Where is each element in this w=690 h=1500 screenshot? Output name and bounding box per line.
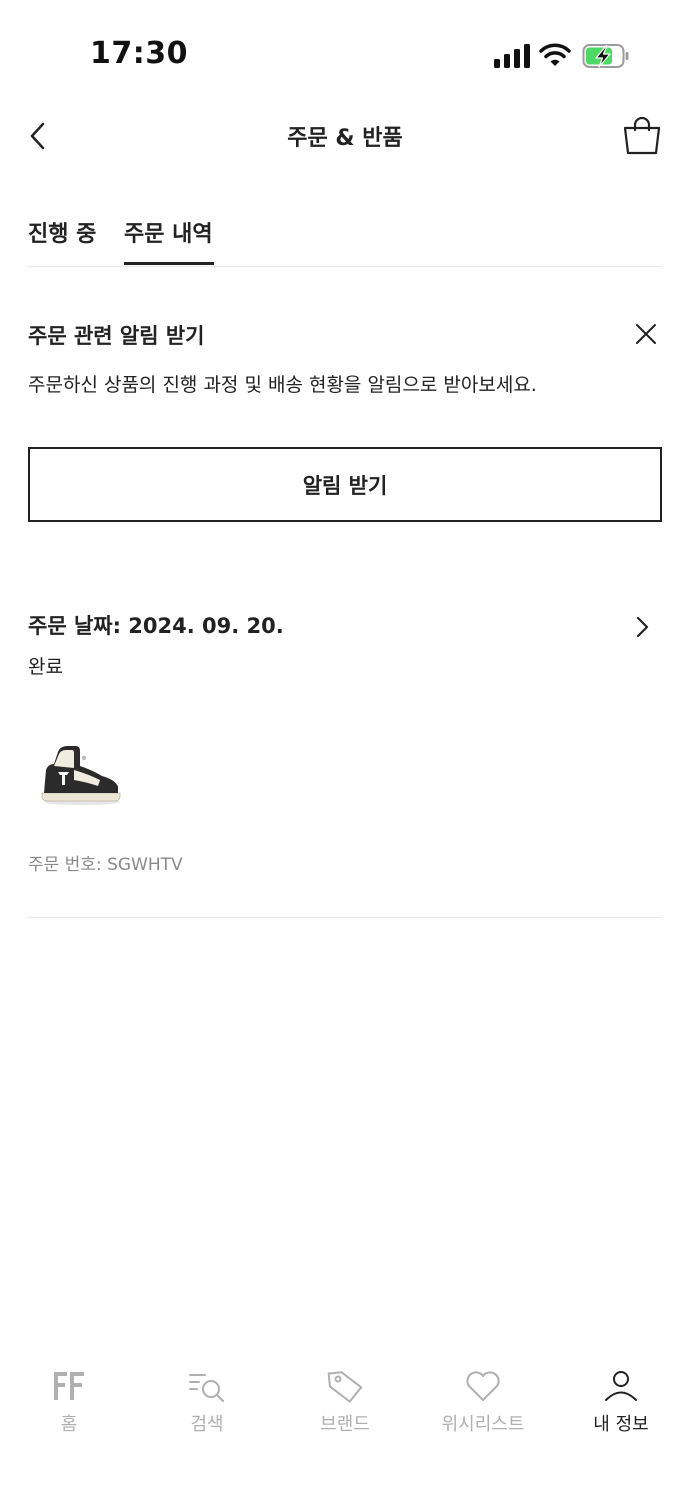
bottom-tab-brands[interactable]: 브랜드 (276, 1360, 414, 1450)
notification-title: 주문 관련 알림 받기 (28, 324, 205, 348)
active-tab-indicator (124, 262, 214, 265)
bottom-tab-label: 위시리스트 (441, 1414, 525, 1435)
order-date-row[interactable]: 주문 날짜: 2024. 09. 20. (28, 608, 662, 642)
shopping-bag-icon (623, 116, 661, 155)
status-bar: 17:30 (0, 0, 690, 100)
bottom-tab-label: 내 정보 (593, 1414, 649, 1435)
sneaker-product-image[interactable] (38, 740, 124, 810)
order-number: 주문 번호: SGWHTV (28, 855, 183, 875)
close-icon (636, 324, 656, 344)
tag-icon (327, 1371, 363, 1403)
order-tabs: 진행 중 주문 내역 (28, 212, 662, 267)
bottom-tab-label: 검색 (190, 1414, 224, 1435)
status-time: 17:30 (90, 36, 188, 71)
cellular-signal-icon (494, 44, 530, 68)
bottom-tab-wishlist[interactable]: 위시리스트 (414, 1360, 552, 1450)
order-card[interactable]: 주문 날짜: 2024. 09. 20. 완료 주문 번호: SGWHTV (28, 600, 662, 918)
bottom-tab-label: 브랜드 (320, 1414, 370, 1435)
shopping-bag-button[interactable] (620, 114, 664, 158)
search-icon (189, 1374, 225, 1403)
enable-notifications-button[interactable]: 알림 받기 (28, 447, 662, 522)
bottom-tab-bar: 홈 검색 브랜드 위시리스트 내 정보 (0, 1360, 690, 1450)
tab-in-progress[interactable]: 진행 중 (28, 216, 96, 267)
heart-icon (466, 1371, 500, 1401)
wifi-icon (539, 43, 571, 66)
user-icon (605, 1371, 637, 1401)
chevron-right-icon (636, 616, 649, 638)
farfetch-logo-icon (54, 1372, 84, 1400)
navigation-bar: 주문 & 반품 (0, 100, 690, 170)
notification-description: 주문하신 상품의 진행 과정 및 배송 현황을 알림으로 받아보세요. (28, 374, 537, 396)
bottom-tab-my-info[interactable]: 내 정보 (552, 1360, 690, 1450)
order-status: 완료 (28, 656, 63, 678)
tab-order-history[interactable]: 주문 내역 (124, 216, 213, 267)
page-title: 주문 & 반품 (287, 126, 403, 151)
bottom-tab-home[interactable]: 홈 (0, 1360, 138, 1450)
bottom-tab-search[interactable]: 검색 (138, 1360, 276, 1450)
notification-close-button[interactable] (630, 318, 662, 350)
battery-charging-icon (582, 44, 629, 68)
bottom-tab-label: 홈 (60, 1414, 78, 1435)
order-date: 주문 날짜: 2024. 09. 20. (28, 614, 284, 638)
